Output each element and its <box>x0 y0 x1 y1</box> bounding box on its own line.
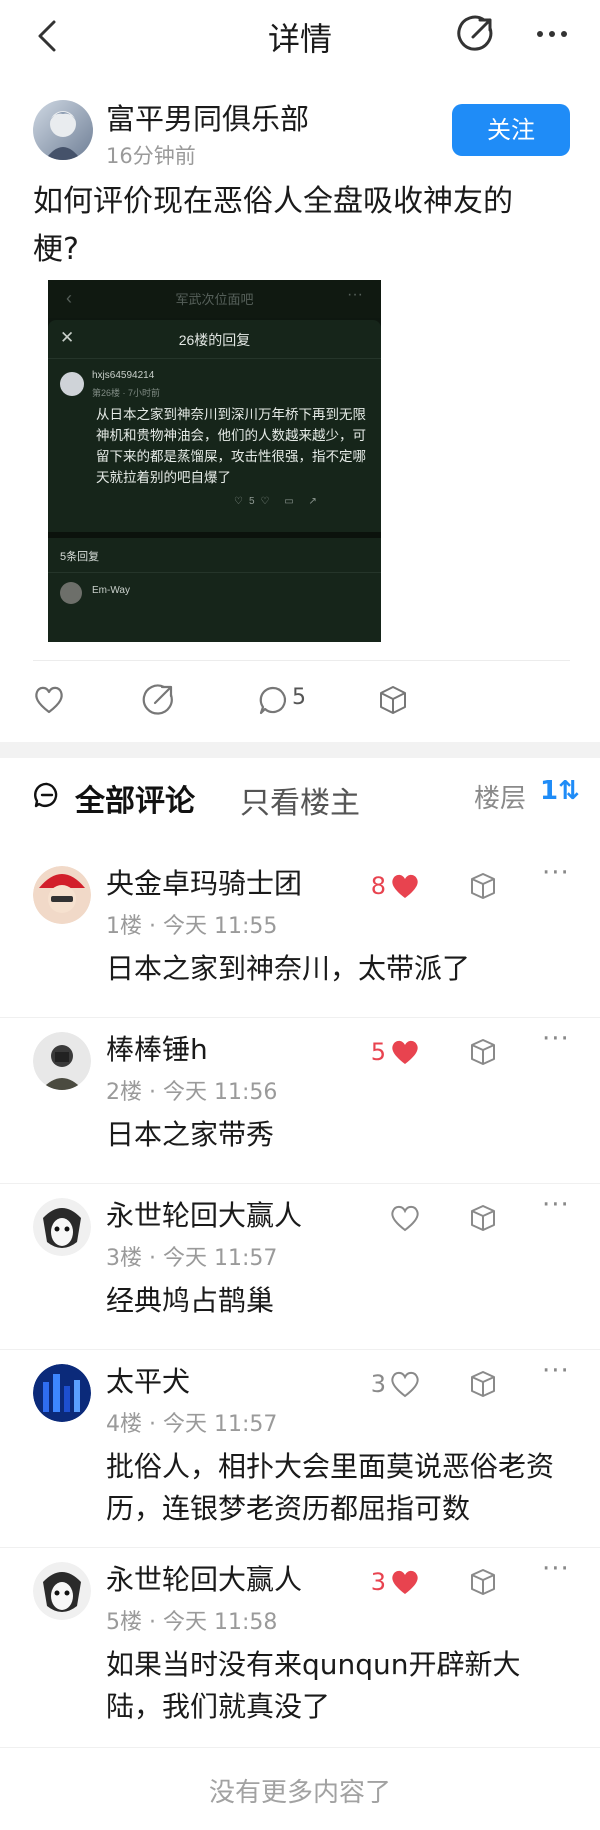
comment-more-icon[interactable]: ··· <box>542 1024 570 1054</box>
comment-meta: 2楼 · 今天 11:56 <box>106 1080 278 1105</box>
comment-like-button[interactable]: 8 <box>340 870 420 906</box>
embedded-divider <box>48 572 381 573</box>
comment-divider <box>0 1747 600 1748</box>
like-button[interactable] <box>33 683 65 719</box>
share-button[interactable] <box>141 683 175 719</box>
heart-filled-icon <box>390 1038 420 1066</box>
post-author-avatar[interactable] <box>33 100 93 160</box>
comment-avatar[interactable] <box>33 866 91 924</box>
comment-avatar[interactable] <box>33 1562 91 1620</box>
comment-avatar[interactable] <box>33 1364 91 1422</box>
comment-body: 批俗人，相扑大会里面莫说恶俗老资历，连银梦老资历都屈指可数 <box>106 1450 555 1525</box>
comment-body: 经典鸠占鹊巢 <box>106 1284 275 1317</box>
comment-meta: 1楼 · 今天 11:55 <box>106 914 278 939</box>
embedded-text: 从日本之家到神奈川到深川万年桥下再到无限神机和贵物神油会，他们的人数越来越少，可… <box>96 407 366 485</box>
comment-like-count: 3 <box>370 1370 386 1398</box>
comment-like-button[interactable]: 3 <box>340 1368 420 1404</box>
post-author-name[interactable]: 富平男同俱乐部 <box>106 96 309 138</box>
gift-box-icon[interactable] <box>468 1036 498 1068</box>
comment-item[interactable]: 央金卓玛骑士团 1楼 · 今天 11:55 日本之家到神奈川，太带派了 8 ··· <box>0 852 600 1018</box>
post-title: 如何评价现在恶俗人全盘吸收神友的梗? <box>33 184 513 267</box>
embedded-user-avatar <box>60 582 82 604</box>
comment-more-icon[interactable]: ··· <box>542 1356 570 1386</box>
comment-body: 如果当时没有来qunqun开辟新大陆，我们就真没了 <box>106 1648 521 1723</box>
comment-like-count: 3 <box>370 1568 386 1596</box>
embedded-sheet-title: 26楼的回复 <box>178 332 251 348</box>
end-of-list-text: 没有更多内容了 <box>208 1778 391 1808</box>
comment-author[interactable]: 棒棒锤h <box>106 1028 208 1068</box>
comment-body: 日本之家到神奈川，太带派了 <box>106 952 471 985</box>
embedded-user-avatar <box>60 372 84 396</box>
embedded-meta: 第26楼 · 7小时前 <box>92 388 161 398</box>
sort-order-icon[interactable]: 1⇅ <box>540 776 580 806</box>
comment-like-count: 5 <box>370 1038 386 1066</box>
gift-box-icon[interactable] <box>468 1566 498 1598</box>
comment-item[interactable]: 太平犬 4楼 · 今天 11:57 批俗人，相扑大会里面莫说恶俗老资历，连银梦老资历… <box>0 1350 600 1548</box>
comment-avatar[interactable] <box>33 1198 91 1256</box>
heart-icon <box>390 1370 420 1398</box>
heart-icon <box>390 1204 420 1232</box>
post-time: 16分钟前 <box>106 144 196 168</box>
comment-like-button[interactable] <box>340 1202 420 1238</box>
comment-item[interactable]: 永世轮回大赢人 5楼 · 今天 11:58 如果当时没有来qunqun开辟新大陆，我… <box>0 1548 600 1748</box>
embedded-reply-count: 5条回复 <box>60 551 100 563</box>
comment-meta: 4楼 · 今天 11:57 <box>106 1412 278 1437</box>
comment-like-button[interactable]: 5 <box>340 1036 420 1072</box>
comment-icon <box>259 686 287 715</box>
sort-floor-label[interactable]: 楼层 <box>474 778 526 815</box>
embedded-more-icon: ··· <box>347 286 363 303</box>
divider <box>33 660 570 661</box>
gift-button[interactable] <box>376 683 410 719</box>
embedded-actions: ♡5♡ ▭ ↗ <box>234 496 323 507</box>
comment-count: 5 <box>292 685 306 710</box>
heart-filled-icon <box>390 1568 420 1596</box>
comment-meta: 3楼 · 今天 11:57 <box>106 1246 278 1271</box>
comment-author[interactable]: 永世轮回大赢人 <box>106 1194 302 1234</box>
embedded-topbar: ‹ 军武次位面吧 ··· <box>48 280 381 318</box>
comment-like-count: 8 <box>370 872 386 900</box>
comment-like-button[interactable]: 3 <box>340 1566 420 1602</box>
comment-avatar[interactable] <box>33 1032 91 1090</box>
comment-author[interactable]: 太平犬 <box>106 1360 190 1400</box>
embedded-band <box>48 532 381 538</box>
gift-box-icon[interactable] <box>468 1368 498 1400</box>
follow-button[interactable]: 关注 <box>452 104 570 156</box>
comment-tab-icon <box>33 781 61 809</box>
comment-item[interactable]: 永世轮回大赢人 3楼 · 今天 11:57 经典鸠占鹊巢 ··· <box>0 1184 600 1350</box>
embedded-reply-sheet: ✕ 26楼的回复 hxjs64594214 第26楼 · 7小时前 从日本之家到… <box>48 320 381 642</box>
page-title: 详情 <box>267 20 332 58</box>
post-image[interactable]: ‹ 军武次位面吧 ··· ✕ 26楼的回复 hxjs64594214 第26楼 … <box>48 280 381 642</box>
gift-box-icon[interactable] <box>468 1202 498 1234</box>
more-icon[interactable] <box>530 14 574 54</box>
comment-more-icon[interactable]: ··· <box>542 1554 570 1584</box>
comment-more-icon[interactable]: ··· <box>542 1190 570 1220</box>
embedded-username: hxjs64594214 <box>92 370 155 381</box>
embedded-forum-title: 军武次位面吧 <box>175 292 254 307</box>
tab-all-comments[interactable]: 全部评论 <box>75 776 195 820</box>
heart-icon <box>35 686 63 714</box>
share-icon[interactable] <box>456 14 496 54</box>
gift-box-icon[interactable] <box>468 870 498 902</box>
comment-author[interactable]: 央金卓玛骑士团 <box>106 862 302 902</box>
embedded-like-count: 5 <box>248 496 261 507</box>
comment-body: 日本之家带秀 <box>106 1118 275 1151</box>
comment-meta: 5楼 · 今天 11:58 <box>106 1610 278 1635</box>
comment-button[interactable]: 5 <box>258 683 318 719</box>
embedded-next-username: Em-Way <box>92 585 130 596</box>
gift-box-icon <box>380 686 406 714</box>
tab-owner-only[interactable]: 只看楼主 <box>240 778 360 822</box>
comment-author[interactable]: 永世轮回大赢人 <box>106 1558 302 1598</box>
comment-more-icon[interactable]: ··· <box>542 858 570 888</box>
top-nav: 详情 <box>0 0 600 72</box>
heart-filled-icon <box>390 872 420 900</box>
share-icon <box>142 684 173 715</box>
section-divider <box>0 742 600 758</box>
comment-item[interactable]: 棒棒锤h 2楼 · 今天 11:56 日本之家带秀 5 ··· <box>0 1018 600 1184</box>
embedded-divider <box>48 358 381 359</box>
